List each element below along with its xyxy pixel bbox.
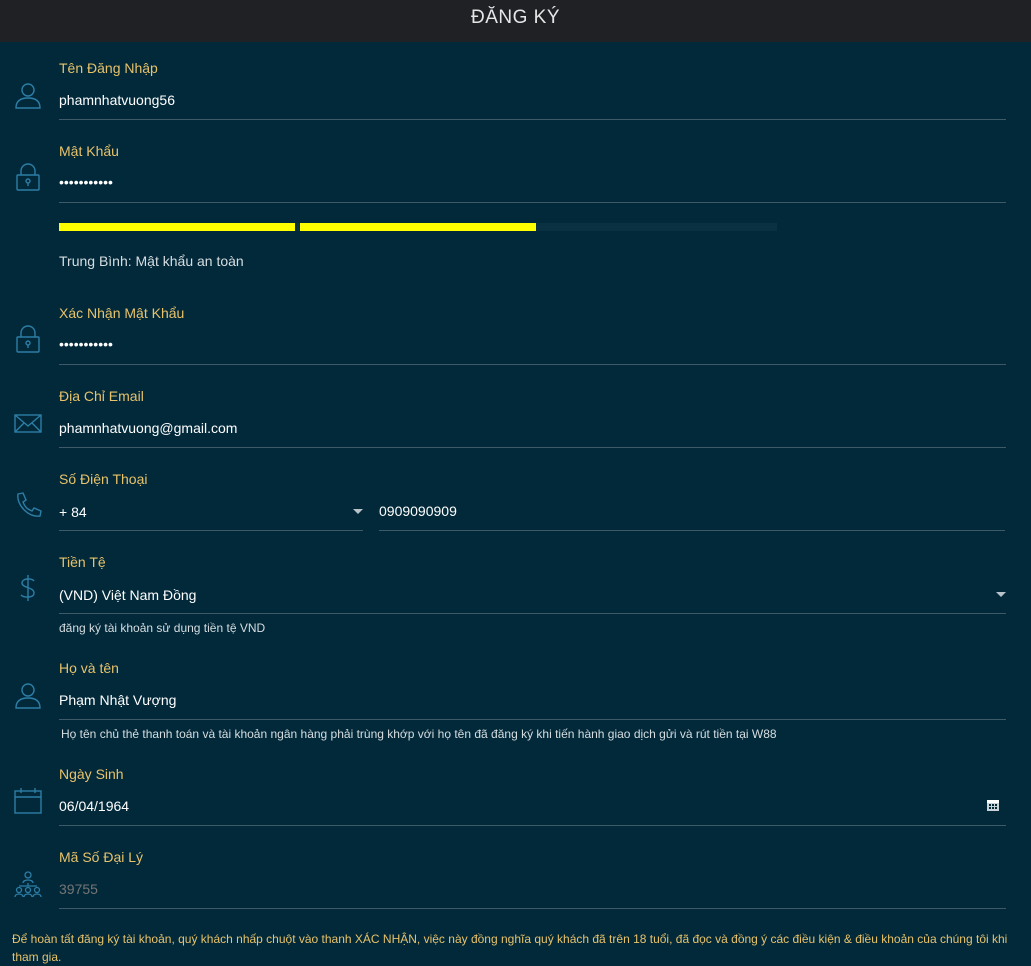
currency-label: Tiền Tệ <box>59 554 106 570</box>
lock-icon <box>13 162 43 192</box>
currency-select[interactable]: (VND) Việt Nam Đồng <box>59 587 196 603</box>
password-strength-text: Trung Bình: Mật khẩu an toàn <box>59 253 244 269</box>
agent-code-underline <box>59 908 1006 909</box>
confirm-password-label: Xác Nhận Mật Khẩu <box>59 305 185 321</box>
username-label: Tên Đăng Nhập <box>59 60 158 76</box>
dollar-icon <box>13 573 43 603</box>
user-icon <box>13 680 43 710</box>
page-header: ĐĂNG KÝ <box>0 0 1031 42</box>
country-code-select[interactable]: + 84 <box>59 504 87 520</box>
chevron-down-icon[interactable] <box>353 509 363 514</box>
confirm-password-input[interactable]: ••••••••••• <box>59 336 113 352</box>
phone-icon <box>13 490 43 520</box>
phone-label: Số Điện Thoại <box>59 471 148 487</box>
currency-hint: đăng ký tài khoản sử dụng tiền tệ VND <box>59 621 266 635</box>
country-code-underline <box>59 530 363 531</box>
agent-code-input[interactable] <box>59 881 959 897</box>
strength-segment-2 <box>300 223 536 231</box>
phone-number-underline <box>379 530 1005 531</box>
currency-underline <box>59 613 1006 614</box>
lock-icon <box>13 324 43 354</box>
strength-segment-1 <box>59 223 295 231</box>
page-title: ĐĂNG KÝ <box>470 7 561 28</box>
phone-number-input[interactable]: 0909090909 <box>379 503 457 519</box>
username-underline <box>59 119 1006 120</box>
envelope-icon <box>13 408 43 438</box>
birthday-input[interactable]: 06/04/1964 <box>59 798 129 814</box>
chevron-down-icon[interactable] <box>996 592 1006 597</box>
password-input[interactable]: ••••••••••• <box>59 174 113 190</box>
username-input[interactable] <box>59 92 959 108</box>
email-label: Địa Chỉ Email <box>59 388 144 404</box>
agent-network-icon <box>13 869 43 899</box>
fullname-underline <box>59 719 1006 720</box>
calendar-icon <box>13 786 43 816</box>
fullname-hint: Họ tên chủ thẻ thanh toán và tài khoản n… <box>61 727 777 741</box>
email-underline <box>59 447 1006 448</box>
email-input[interactable]: phamnhatvuong@gmail.com <box>59 420 237 436</box>
user-icon <box>13 80 43 110</box>
agent-code-label: Mã Số Đại Lý <box>59 849 144 865</box>
password-underline <box>59 202 1006 203</box>
fullname-input[interactable]: Phạm Nhật Vượng <box>59 692 176 708</box>
fullname-label: Họ và tên <box>59 660 119 676</box>
password-strength-meter <box>59 223 777 231</box>
confirm-password-underline <box>59 364 1006 365</box>
birthday-underline <box>59 825 1006 826</box>
calendar-picker-icon[interactable] <box>986 798 1000 812</box>
birthday-label: Ngày Sinh <box>59 766 124 782</box>
password-label: Mật Khẩu <box>59 143 119 159</box>
